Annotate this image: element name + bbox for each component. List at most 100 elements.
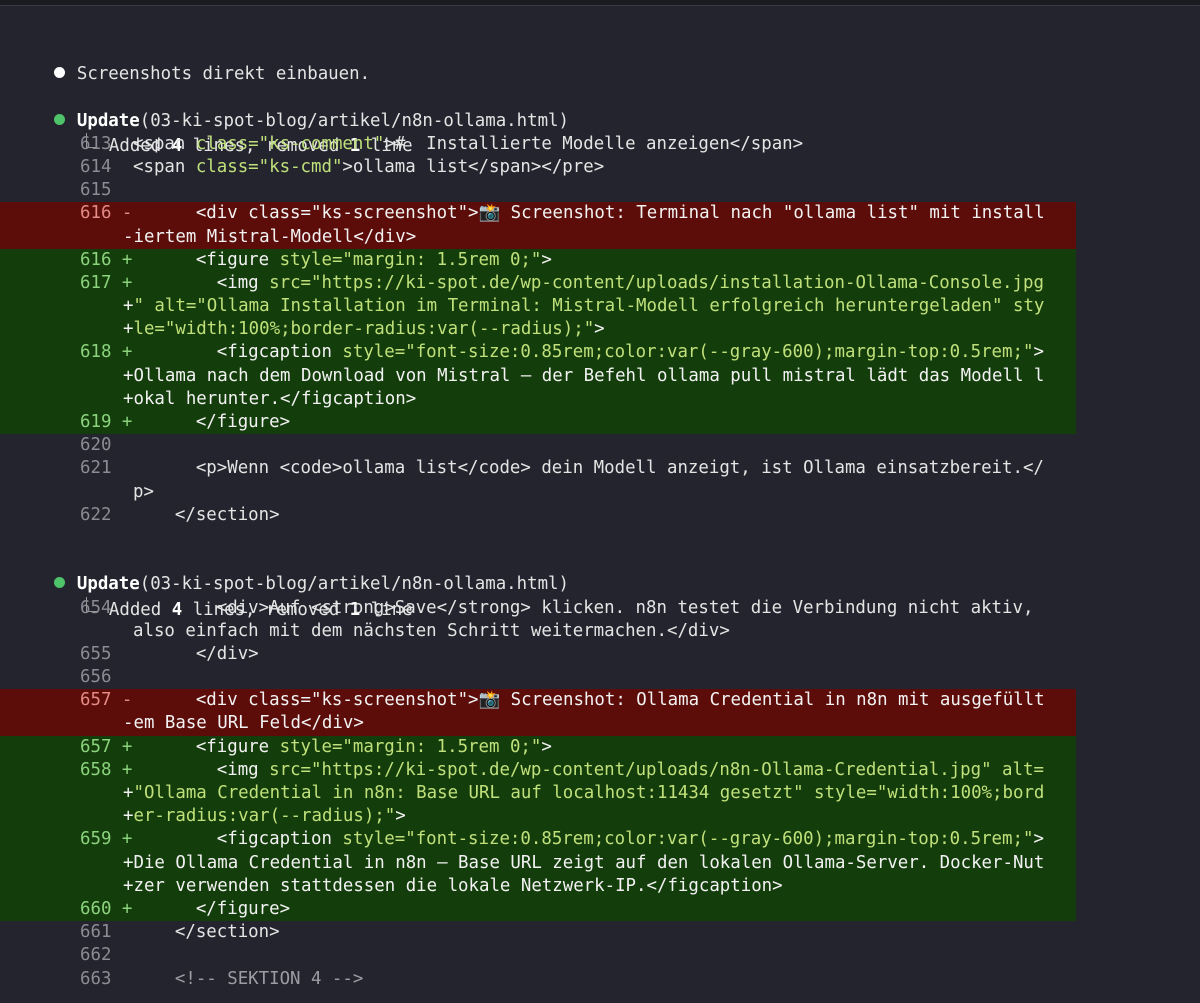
diff-line-context: 654 <div>Auf <strong>Save</strong> klick… bbox=[0, 597, 1076, 620]
code-token: > bbox=[395, 806, 406, 827]
line-number bbox=[0, 226, 123, 249]
code-token: -iertem Mistral-Modell</div> bbox=[123, 226, 417, 247]
line-number bbox=[0, 852, 123, 875]
code-token: also einfach mit dem nächsten Schritt we… bbox=[133, 620, 730, 641]
code-token: <img bbox=[133, 272, 270, 293]
line-number: 617 + bbox=[80, 272, 133, 293]
diff-line-context: 656 bbox=[0, 666, 1076, 689]
code-token: + bbox=[123, 806, 134, 827]
line-number: 620 bbox=[80, 435, 112, 456]
code-text: <span class="ks-cmd">ollama list</span><… bbox=[133, 156, 1076, 179]
code-token: <div class="ks-screenshot">📸 Screenshot:… bbox=[133, 203, 1045, 224]
diff-line-context: 621 <p>Wenn <code>ollama list</code> dei… bbox=[0, 457, 1076, 480]
line-number: 660 + bbox=[80, 898, 133, 919]
code-token: <div class="ks-screenshot">📸 Screenshot:… bbox=[133, 690, 1045, 711]
code-token: >ollama list</span></pre> bbox=[342, 156, 605, 177]
code-text: <p>Wenn <code>ollama list</code> dein Mo… bbox=[133, 457, 1076, 480]
code-token: <span bbox=[133, 156, 196, 177]
code-token: er-radius:var(--radius);" bbox=[133, 806, 396, 827]
code-token: style= bbox=[342, 829, 406, 850]
code-token: style= bbox=[279, 736, 343, 757]
code-text: <div class="ks-screenshot">📸 Screenshot:… bbox=[133, 202, 1076, 225]
line-number: 662 bbox=[80, 945, 112, 966]
code-token: class= bbox=[195, 156, 259, 177]
code-token: "margin: 1.5rem 0;" bbox=[342, 736, 542, 757]
code-token: src= bbox=[269, 759, 312, 780]
diff-line-removed: 616 - <div class="ks-screenshot">📸 Scree… bbox=[0, 202, 1076, 226]
code-text: <img src="https://ki-spot.de/wp-content/… bbox=[133, 759, 1076, 782]
diff-line-removed: 657 - <div class="ks-screenshot">📸 Scree… bbox=[0, 689, 1076, 713]
code-text: +Ollama nach dem Download von Mistral — … bbox=[123, 365, 1076, 388]
diff-line-added: +er-radius:var(--radius);"> bbox=[0, 805, 1076, 829]
code-token: +Die Ollama Credential in n8n — Base URL… bbox=[123, 852, 1045, 873]
code-text: -em Base URL Feld</div> bbox=[123, 712, 1076, 735]
code-text: +Die Ollama Credential in n8n — Base URL… bbox=[123, 852, 1076, 875]
code-token: src= bbox=[269, 272, 312, 293]
code-token: style= bbox=[342, 342, 406, 363]
update-summary-1: Added 4 lines, removed 1 line bbox=[0, 110, 1200, 156]
code-token: > bbox=[541, 249, 552, 270]
code-token: "margin: 1.5rem 0;" bbox=[342, 249, 542, 270]
code-token: "Ollama Credential in n8n: Base URL auf … bbox=[133, 783, 1045, 803]
diff-line-added: 616 + <figure style="margin: 1.5rem 0;"> bbox=[0, 248, 1076, 272]
diff-line-removed: -em Base URL Feld</div> bbox=[0, 712, 1076, 736]
code-text: +zer verwenden stattdessen die lokale Ne… bbox=[123, 875, 1076, 898]
code-token: + bbox=[123, 319, 134, 340]
diff-line-context: 622 </section> bbox=[0, 504, 1076, 527]
code-token: p> bbox=[133, 481, 154, 502]
diff-line-added: +"Ollama Credential in n8n: Base URL auf… bbox=[0, 782, 1076, 806]
diff-line-added: 658 + <img src="https://ki-spot.de/wp-co… bbox=[0, 758, 1076, 782]
diff-line-context: 614 <span class="ks-cmd">ollama list</spa… bbox=[0, 156, 1076, 179]
code-text: <figcaption style="font-size:0.85rem;col… bbox=[133, 828, 1076, 851]
line-number bbox=[0, 620, 133, 643]
line-number bbox=[0, 295, 123, 318]
code-token: <figure bbox=[133, 249, 280, 270]
line-number: 659 + bbox=[80, 829, 133, 850]
line-number: 663 bbox=[80, 968, 112, 989]
code-token: <figcaption bbox=[133, 829, 343, 850]
line-number: 657 + bbox=[80, 736, 133, 757]
code-text: <div>Auf <strong>Save</strong> klicken. … bbox=[133, 597, 1076, 620]
code-token: -em Base URL Feld</div> bbox=[123, 713, 364, 734]
code-text: <!-- SEKTION 4 --> bbox=[133, 968, 1076, 991]
diff-line-added: 619 + </figure> bbox=[0, 411, 1076, 435]
code-token: <!-- SEKTION 4 --> bbox=[133, 968, 364, 989]
code-token: +okal herunter.</figcaption> bbox=[123, 388, 417, 409]
code-text: +" alt="Ollama Installation im Terminal:… bbox=[123, 295, 1076, 318]
code-token: </figure> bbox=[133, 898, 291, 919]
code-text: <img src="https://ki-spot.de/wp-content/… bbox=[133, 272, 1076, 295]
line-number: 656 bbox=[80, 667, 112, 688]
code-token: " alt="Ollama Installation im Terminal: … bbox=[133, 296, 1045, 317]
code-text: </section> bbox=[133, 504, 1076, 527]
code-text: <span class="ks-comment"># Installierte … bbox=[133, 133, 1076, 156]
code-token: </figure> bbox=[133, 412, 291, 432]
line-number: 658 + bbox=[80, 759, 133, 780]
code-text: +okal herunter.</figcaption> bbox=[123, 388, 1076, 411]
code-text: +le="width:100%;border-radius:var(--radi… bbox=[123, 318, 1076, 341]
line-number: 613 bbox=[80, 133, 112, 154]
update-summary-2: Added 4 lines, removed 1 line bbox=[0, 573, 1200, 620]
line-number bbox=[0, 481, 133, 504]
code-token: <figcaption bbox=[133, 342, 343, 363]
terminal-output: Screenshots direkt einbauen. Update(03-k… bbox=[0, 40, 1200, 991]
diff-line-added: 660 + </figure> bbox=[0, 897, 1076, 922]
intro-text: Screenshots direkt einbauen. bbox=[76, 64, 371, 85]
diff-line-context: 661 </section> bbox=[0, 921, 1076, 944]
line-number bbox=[0, 712, 123, 735]
diff-line-context: 663 <!-- SEKTION 4 --> bbox=[0, 968, 1076, 991]
code-token: + bbox=[123, 783, 134, 803]
code-token: <p>Wenn <code>ollama list</code> dein Mo… bbox=[133, 458, 1044, 479]
code-token: <img bbox=[133, 759, 270, 780]
code-token: + bbox=[123, 296, 134, 317]
diff-line-added: +Ollama nach dem Download von Mistral — … bbox=[0, 364, 1076, 388]
line-number bbox=[0, 782, 123, 805]
line-number bbox=[0, 875, 123, 898]
code-token: > bbox=[1033, 829, 1044, 850]
line-number: 615 bbox=[80, 180, 112, 201]
line-number: 657 - bbox=[80, 690, 133, 711]
code-token: le="width:100%;border-radius:var(--radiu… bbox=[133, 319, 595, 340]
code-text: <figure style="margin: 1.5rem 0;"> bbox=[133, 249, 1076, 272]
